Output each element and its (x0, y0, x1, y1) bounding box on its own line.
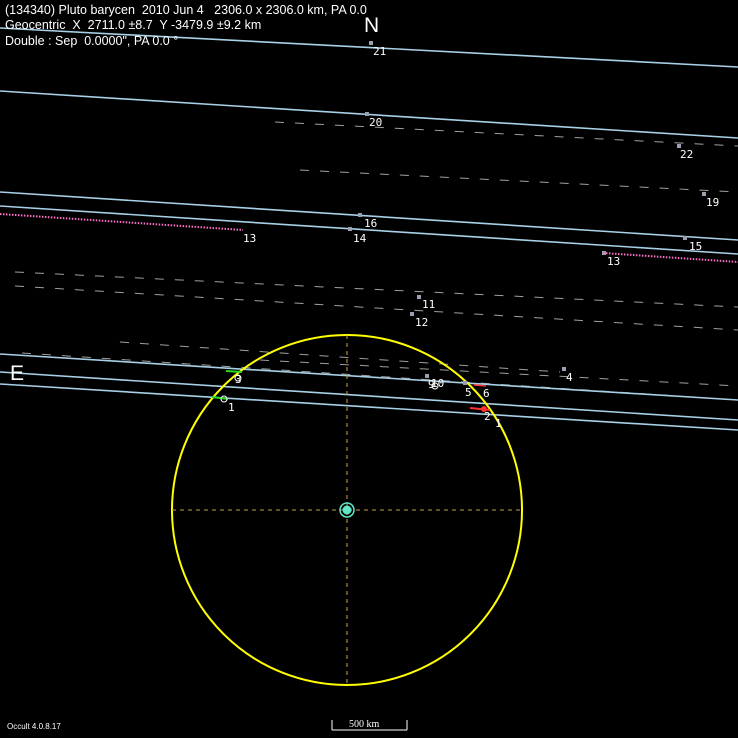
negative-event-east-6 (473, 384, 487, 387)
dashed-path-line (259, 359, 738, 387)
chord-label: 10 (431, 377, 444, 390)
chord-label: 13 (243, 232, 256, 245)
chord-line-16 (0, 191, 738, 241)
chord-line-5-6 (0, 353, 738, 401)
chord-label: 15 (689, 240, 702, 253)
positive-event-west-3 (225, 370, 243, 373)
east-indicator: E (10, 362, 25, 385)
dashed-path-line (119, 341, 561, 373)
chord-label: 20 (369, 116, 382, 129)
observer-marker-14 (348, 227, 352, 231)
occultation-plot: 21 20 22 19 16 14 15 13 13 11 12 9 10 4 … (0, 27, 738, 731)
chord-label: 16 (364, 217, 377, 230)
dashed-path-lines (14, 121, 738, 401)
chord-label: 1 (495, 417, 502, 430)
observer-marker-13 (602, 251, 606, 255)
chord-label: 5 (465, 386, 472, 399)
scale-bar-label: 500 km (349, 719, 380, 730)
observer-markers (348, 41, 706, 385)
chord-line-14 (0, 205, 738, 255)
chord-label: 2 (484, 410, 491, 423)
software-version: Occult 4.0.8.17 (7, 722, 61, 731)
chord-label: 6 (483, 387, 490, 400)
chord-label: 19 (706, 196, 719, 209)
header-event-line: (134340) Pluto barycen 2010 Jun 4 2306.0… (5, 3, 367, 17)
chord-label: 21 (373, 45, 386, 58)
observer-marker-15 (683, 236, 687, 240)
chord-label: 11 (422, 298, 435, 311)
chord-label: 3 (235, 373, 242, 386)
body-center-dot (342, 505, 352, 515)
dashed-path-line (14, 285, 738, 331)
observer-marker-5 (463, 381, 467, 385)
chord-label: 12 (415, 316, 428, 329)
chord-label: 4 (566, 371, 573, 384)
north-indicator: N (364, 14, 380, 37)
chord-label: 14 (353, 232, 367, 245)
observer-marker-16 (358, 213, 362, 217)
chord-label: 13 (607, 255, 620, 268)
observer-marker-11 (417, 295, 421, 299)
chord-line-1b (0, 383, 738, 431)
dashed-path-line (299, 169, 738, 193)
chord-line-1-2 (0, 371, 738, 421)
header-geocentric-line: Geocentric X 2711.0 ±8.7 Y -3479.9 ±9.2 … (5, 18, 262, 32)
dashed-path-line (14, 271, 738, 308)
observer-marker-12 (410, 312, 414, 316)
header-double-star-line: Double : Sep 0.0000", PA 0.0 ° (5, 34, 179, 48)
chord-13-east (602, 252, 738, 263)
chord-label: 22 (680, 148, 693, 161)
chord-13-west (0, 213, 244, 231)
chord-label: 1 (228, 401, 235, 414)
